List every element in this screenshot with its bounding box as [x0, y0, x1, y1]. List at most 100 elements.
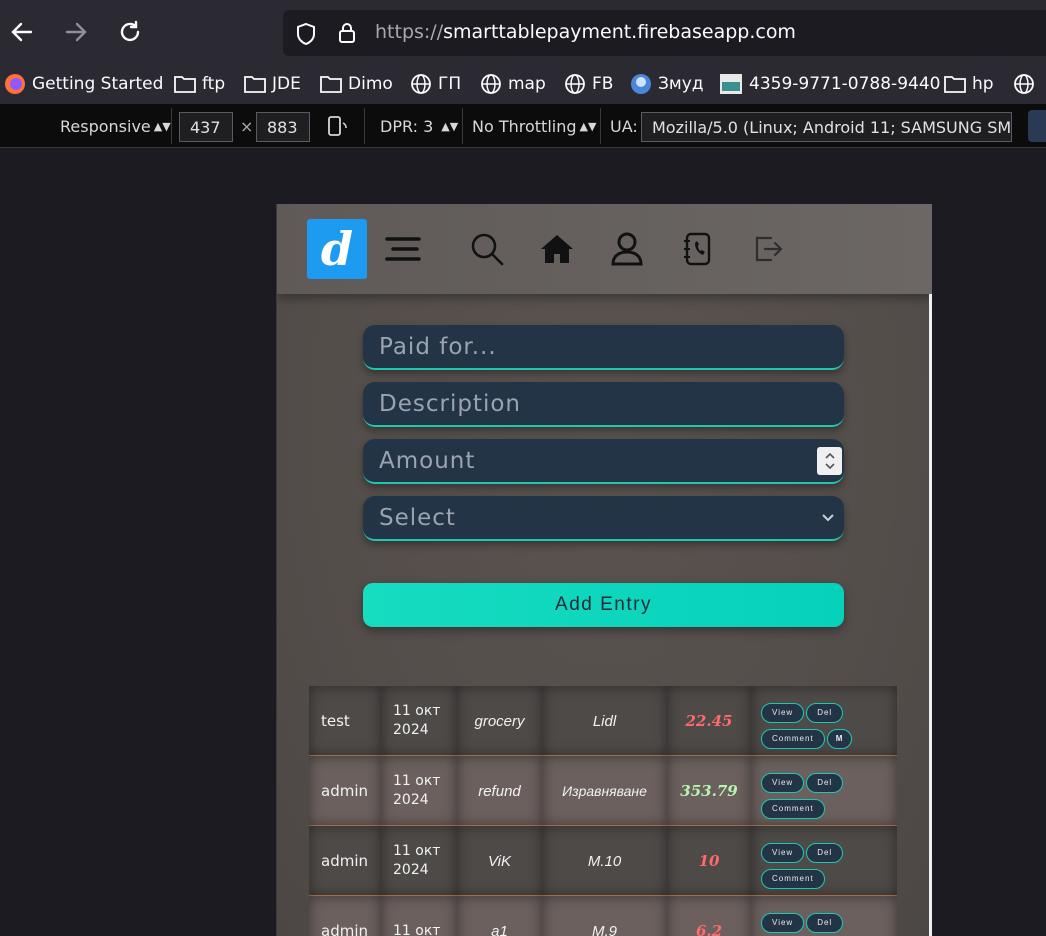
- table-row[interactable]: admin 11 окт 2024 refund Изравняване 353.…: [309, 756, 897, 826]
- home-icon: [541, 235, 573, 263]
- dpr-selector[interactable]: DPR: 3 ▲▼: [380, 113, 458, 139]
- view-button[interactable]: View: [761, 913, 805, 933]
- cell-actions: View Del Comment M: [751, 686, 897, 756]
- device-selector[interactable]: Responsive ▲▼: [60, 113, 171, 139]
- cell-user: admin: [309, 756, 381, 826]
- back-button[interactable]: [4, 14, 40, 50]
- view-button[interactable]: View: [761, 703, 805, 723]
- cell-actions: View Del: [751, 896, 897, 936]
- menu-button[interactable]: [383, 229, 423, 269]
- logout-button[interactable]: [748, 229, 788, 269]
- app-logo[interactable]: d: [307, 219, 367, 279]
- table-row[interactable]: admin 11 окт 2024 ViK M.10 10 View Del Com…: [309, 826, 897, 896]
- viewport-scrollbar[interactable]: [929, 294, 932, 936]
- view-button[interactable]: View: [761, 843, 805, 863]
- url-bar[interactable]: https://smarttablepayment.firebaseapp.co…: [283, 10, 1046, 56]
- forward-button[interactable]: [58, 14, 94, 50]
- bookmark-zmud[interactable]: Змуд: [630, 71, 704, 97]
- cell-user: admin: [309, 896, 381, 936]
- bookmark-hp[interactable]: hp: [944, 71, 994, 97]
- viewport-stage: d Paid for... Description Amount Select …: [0, 149, 1046, 936]
- ua-label: UA:: [610, 116, 638, 136]
- updown-icon: ▲▼: [579, 119, 597, 133]
- cell-category: refund: [457, 756, 542, 826]
- site-icon: [631, 74, 651, 94]
- cell-user: admin: [309, 826, 381, 896]
- globe-icon: [1014, 74, 1034, 94]
- cell-date: 11 окт: [381, 896, 457, 936]
- bookmark-card[interactable]: 4359-9771-0788-9440: [719, 71, 940, 97]
- phone-book-icon: [684, 232, 711, 266]
- lock-icon[interactable]: [337, 21, 357, 45]
- cell-actions: View Del Comment: [751, 756, 897, 826]
- touch-sim-button[interactable]: [1028, 110, 1046, 142]
- delete-button[interactable]: Del: [806, 843, 844, 863]
- delete-button[interactable]: Del: [806, 773, 844, 793]
- amount-stepper[interactable]: [817, 447, 842, 475]
- search-icon: [471, 233, 504, 266]
- cell-amount: 353.79: [667, 756, 751, 826]
- chevron-down-icon: [822, 514, 834, 522]
- description-input[interactable]: Description: [363, 382, 844, 427]
- home-button[interactable]: [537, 229, 577, 269]
- cell-place: Lidl: [542, 686, 667, 756]
- updown-icon: ▲▼: [153, 119, 171, 133]
- comment-button[interactable]: Comment: [761, 729, 825, 749]
- height-input[interactable]: 883: [256, 112, 310, 142]
- globe-icon: [481, 74, 501, 94]
- m-button[interactable]: M: [826, 729, 853, 749]
- table-row[interactable]: test 11 окт 2024 grocery Lidl 22.45 View D…: [309, 686, 897, 756]
- table-row[interactable]: admin 11 окт a1 M.9 6.2 View Del: [309, 896, 897, 936]
- category-select[interactable]: Select: [363, 496, 844, 541]
- forward-arrow-icon: [65, 22, 87, 42]
- bookmark-more-globe[interactable]: [1013, 71, 1035, 97]
- cell-category: grocery: [457, 686, 542, 756]
- user-icon: [611, 232, 643, 266]
- profile-button[interactable]: [607, 229, 647, 269]
- contacts-button[interactable]: [678, 229, 718, 269]
- amount-input[interactable]: Amount: [363, 439, 844, 484]
- throttling-selector[interactable]: No Throttling ▲▼: [472, 113, 596, 139]
- hamburger-menu-icon: [385, 237, 421, 261]
- cell-amount: 6.2: [667, 896, 751, 936]
- add-entry-button[interactable]: Add Entry: [363, 583, 844, 627]
- width-input[interactable]: 437: [179, 112, 233, 142]
- folder-icon: [944, 76, 966, 93]
- url-text[interactable]: https://smarttablepayment.firebaseapp.co…: [375, 21, 796, 43]
- site-icon: [720, 74, 742, 94]
- view-button[interactable]: View: [761, 773, 805, 793]
- bookmark-getting-started[interactable]: Getting Started: [4, 71, 163, 97]
- cell-category: a1: [457, 896, 542, 936]
- ua-input[interactable]: Mozilla/5.0 (Linux; Android 11; SAMSUNG …: [641, 112, 1012, 142]
- bookmark-dimo[interactable]: Dimo: [320, 71, 393, 97]
- stepper-arrows-icon: [824, 452, 835, 470]
- times-sign: ×: [240, 116, 254, 136]
- bookmark-ftp[interactable]: ftp: [174, 71, 225, 97]
- delete-button[interactable]: Del: [806, 913, 844, 933]
- folder-icon: [174, 76, 196, 93]
- firefox-icon: [5, 74, 25, 94]
- cell-date: 11 окт 2024: [381, 826, 457, 896]
- bookmark-map[interactable]: map: [480, 71, 546, 97]
- rotate-button[interactable]: [326, 113, 350, 139]
- comment-button[interactable]: Comment: [761, 799, 825, 819]
- bookmark-gp[interactable]: ГП: [410, 71, 461, 97]
- search-button[interactable]: [467, 229, 507, 269]
- app-header: d: [277, 204, 932, 294]
- paid-for-input[interactable]: Paid for...: [363, 325, 844, 370]
- cell-place: Изравняване: [542, 756, 667, 826]
- cell-date: 11 окт 2024: [381, 686, 457, 756]
- cell-amount: 22.45: [667, 686, 751, 756]
- bookmark-jde[interactable]: JDE: [244, 71, 301, 97]
- cell-user: test: [309, 686, 381, 756]
- comment-button[interactable]: Comment: [761, 869, 825, 889]
- shield-icon[interactable]: [295, 22, 317, 46]
- mobile-viewport: d Paid for... Description Amount Select …: [276, 204, 932, 936]
- bookmark-fb[interactable]: FB: [564, 71, 613, 97]
- globe-icon: [411, 74, 431, 94]
- folder-icon: [320, 76, 342, 93]
- rotate-device-icon: [328, 116, 347, 136]
- reload-button[interactable]: [112, 14, 148, 50]
- folder-icon: [244, 76, 266, 93]
- delete-button[interactable]: Del: [806, 703, 844, 723]
